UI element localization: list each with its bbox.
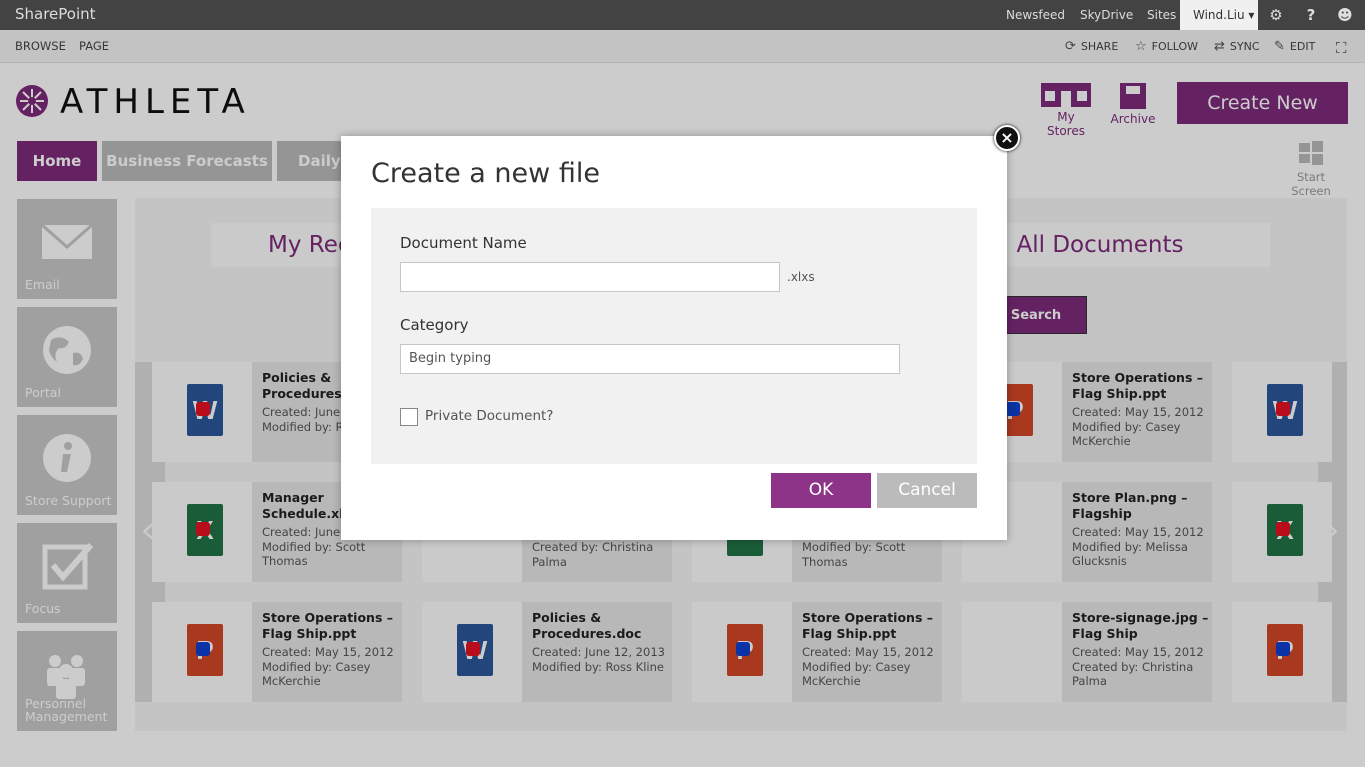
cancel-button[interactable]: Cancel [877,473,977,508]
category-label: Category [400,316,469,334]
ok-button[interactable]: OK [771,473,871,508]
skydrive-link[interactable]: SkyDrive [1080,8,1133,22]
private-document-label[interactable]: Private Document? [425,408,553,424]
newsfeed-link[interactable]: Newsfeed [1006,8,1065,22]
close-icon[interactable]: × [994,125,1020,151]
sites-link[interactable]: Sites [1147,8,1176,22]
suite-bar: SharePoint Newsfeed SkyDrive Sites Wind.… [0,0,1365,30]
sharepoint-brand[interactable]: SharePoint [15,5,96,23]
settings-gear-icon[interactable]: ⚙ [1266,5,1286,25]
dialog-form: Document Name .xlxs Category Begin typin… [371,208,977,464]
category-input[interactable]: Begin typing [400,344,900,374]
user-menu[interactable]: Wind.Liu ▾ [1180,0,1258,30]
private-document-checkbox[interactable] [400,408,418,426]
document-name-label: Document Name [400,234,527,252]
dialog-title: Create a new file [371,158,600,189]
file-extension: .xlxs [787,270,815,284]
profile-icon[interactable]: ☻ [1335,5,1355,25]
document-name-input[interactable] [400,262,780,292]
help-icon[interactable]: ? [1301,5,1321,25]
create-file-dialog: Create a new file Document Name .xlxs Ca… [341,136,1007,540]
